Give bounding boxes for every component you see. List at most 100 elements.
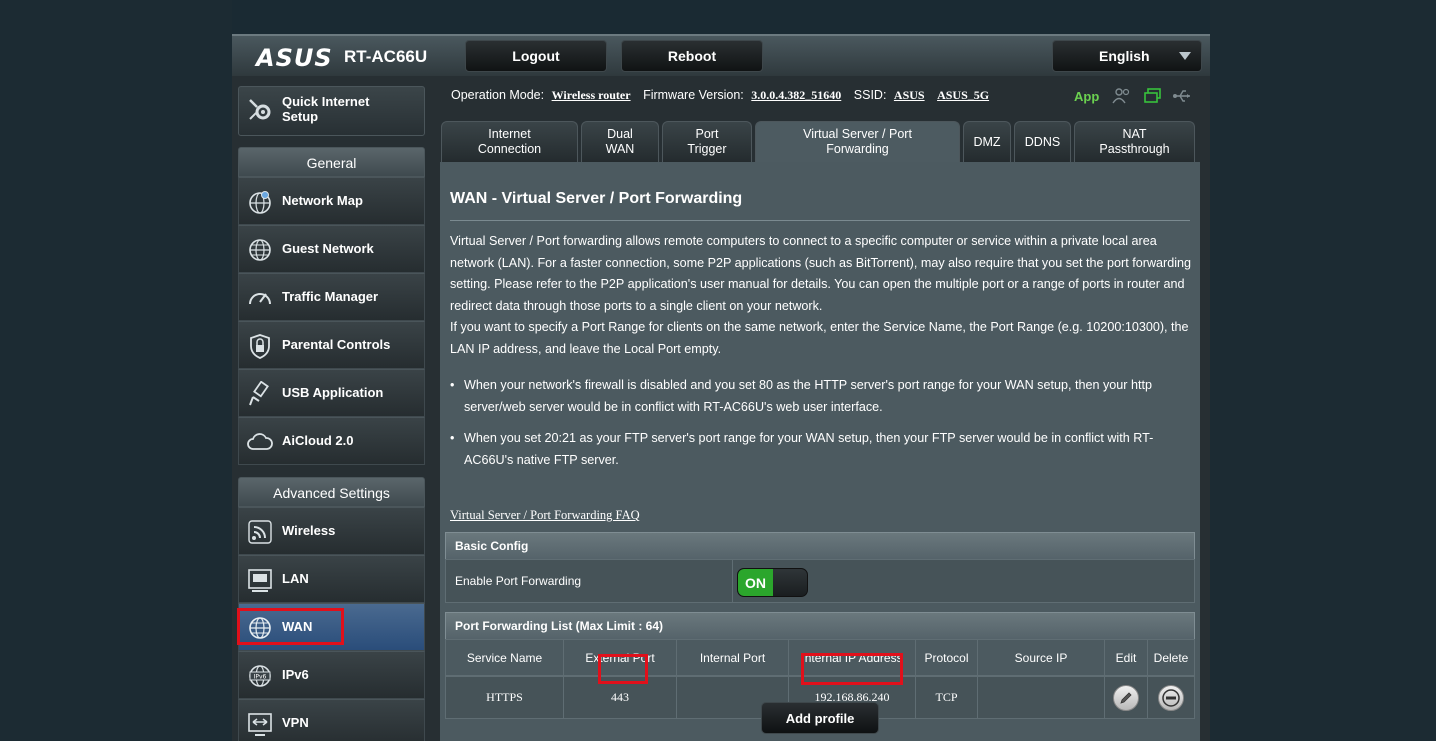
reboot-button[interactable]: Reboot — [621, 40, 763, 72]
sidebar-item-aicloud[interactable]: AiCloud 2.0 — [238, 417, 425, 465]
tab-dmz[interactable]: DMZ — [963, 121, 1011, 162]
faq-link[interactable]: Virtual Server / Port Forwarding FAQ — [450, 508, 640, 523]
chevron-down-icon — [1179, 52, 1191, 60]
brand-logo: ASUS — [256, 44, 333, 72]
toggle-on-label: ON — [738, 569, 773, 596]
sidebar-item-label: Parental Controls — [282, 337, 391, 352]
sidebar-item-usb-application[interactable]: USB Application — [238, 369, 425, 417]
service-name-cell: HTTPS — [446, 677, 564, 718]
tab-ddns[interactable]: DDNS — [1014, 121, 1071, 162]
sidebar-item-guest-network[interactable]: Guest Network — [238, 225, 425, 273]
tab-virtual-server-port-forwarding[interactable]: Virtual Server / Port Forwarding — [755, 121, 960, 162]
svg-text:IPv6: IPv6 — [254, 674, 267, 681]
sidebar-item-wireless[interactable]: Wireless — [238, 507, 425, 555]
top-header: ASUS RT-AC66U Logout Reboot English — [232, 34, 1210, 76]
ssid-link-1[interactable]: ASUS — [894, 88, 925, 102]
network-status-icon[interactable] — [1143, 87, 1163, 105]
port-forwarding-list-header: Port Forwarding List (Max Limit : 64) — [445, 612, 1195, 640]
tab-line2: Trigger — [687, 142, 727, 156]
ipv6-icon: IPv6 — [249, 665, 271, 687]
sidebar-item-label: Network Map — [282, 193, 363, 208]
title-divider — [450, 220, 1190, 221]
tab-line1: Virtual Server / Port — [803, 127, 912, 141]
sidebar-item-traffic-manager[interactable]: Traffic Manager — [238, 273, 425, 321]
page-title: WAN - Virtual Server / Port Forwarding — [450, 190, 743, 207]
sidebar-item-label: VPN — [282, 715, 309, 730]
add-profile-button[interactable]: Add profile — [761, 702, 879, 734]
general-section-title: General — [238, 147, 425, 177]
tab-dual-wan[interactable]: Dual WAN — [581, 121, 659, 162]
page-background-right — [1210, 0, 1436, 741]
tab-line1: DMZ — [973, 134, 1001, 149]
usb-status-icon[interactable] — [1172, 87, 1192, 105]
sidebar-item-label: Wireless — [282, 523, 336, 538]
edit-button[interactable] — [1113, 684, 1139, 711]
note-bullet-1: When your network's firewall is disabled… — [450, 375, 1194, 418]
column-header: Protocol — [916, 640, 978, 675]
note-bullet-2: When you set 20:21 as your FTP server's … — [450, 428, 1194, 471]
tab-line2: WAN — [605, 142, 635, 156]
description: Virtual Server / Port forwarding allows … — [450, 231, 1195, 361]
column-header: Internal Port — [677, 640, 789, 675]
enable-port-forwarding-toggle[interactable]: ON — [737, 568, 808, 597]
sidebar-item-ipv6[interactable]: IPv6 IPv6 — [238, 651, 425, 699]
language-value: English — [1099, 48, 1150, 64]
tab-internet-connection[interactable]: Internet Connection — [441, 121, 578, 162]
advanced-settings-section-title: Advanced Settings — [238, 477, 425, 507]
tab-line1: DDNS — [1024, 134, 1061, 149]
minus-circle-icon — [1162, 688, 1180, 707]
quick-internet-setup-button[interactable]: Quick Internet Setup — [238, 86, 425, 136]
usb-icon — [249, 381, 269, 406]
clients-icon[interactable] — [1112, 87, 1132, 105]
operation-mode-link[interactable]: Wireless router — [552, 88, 631, 102]
delete-cell — [1148, 677, 1194, 718]
model-name: RT-AC66U — [344, 47, 428, 66]
sidebar-item-lan[interactable]: LAN — [238, 555, 425, 603]
enable-port-forwarding-row: Enable Port Forwarding ON — [445, 559, 1195, 603]
delete-button[interactable] — [1158, 684, 1184, 711]
router-admin-frame: ASUS RT-AC66U Logout Reboot English Quic… — [232, 34, 1210, 741]
column-header: Delete — [1153, 650, 1189, 665]
highlight-internal-ip — [801, 653, 903, 685]
sidebar-item-label: Traffic Manager — [282, 289, 379, 304]
tab-port-trigger[interactable]: Port Trigger — [662, 121, 752, 162]
protocol-cell: TCP — [916, 677, 978, 718]
description-paragraph-1: Virtual Server / Port forwarding allows … — [450, 234, 1192, 313]
tab-line2: Passthrough — [1099, 142, 1170, 156]
app-link[interactable]: App — [1074, 89, 1099, 104]
status-bar: Operation Mode: Wireless router Firmware… — [451, 88, 998, 103]
column-header: Source IP — [978, 640, 1105, 675]
lock-shield-icon — [250, 334, 270, 359]
language-select[interactable]: English — [1052, 40, 1202, 72]
ssid-label: SSID: — [853, 88, 887, 102]
sidebar-item-vpn[interactable]: VPN — [238, 699, 425, 741]
ssid-link-2[interactable]: ASUS_5G — [937, 88, 989, 102]
logout-button[interactable]: Logout — [465, 40, 607, 72]
source-ip-cell — [978, 677, 1105, 718]
sidebar-item-label: AiCloud 2.0 — [282, 433, 354, 448]
vpn-icon — [248, 713, 272, 736]
enable-port-forwarding-label: Enable Port Forwarding — [446, 560, 733, 602]
wireless-icon — [248, 520, 272, 544]
pencil-icon — [1120, 691, 1132, 704]
sidebar-item-label: LAN — [282, 571, 309, 586]
basic-config-header: Basic Config — [445, 532, 1195, 560]
sidebar-item-parental-controls[interactable]: Parental Controls — [238, 321, 425, 369]
globe-icon — [249, 239, 271, 261]
sidebar-item-label: IPv6 — [282, 667, 309, 682]
wand-gear-icon — [249, 99, 271, 120]
operation-mode-label: Operation Mode: — [451, 88, 545, 102]
edit-cell — [1105, 677, 1148, 718]
firmware-label: Firmware Version: — [643, 88, 744, 102]
gauge-icon — [249, 293, 271, 305]
firmware-link[interactable]: 3.0.0.4.382_51640 — [751, 88, 841, 102]
sidebar-item-label: Guest Network — [282, 241, 374, 256]
tab-line2: Connection — [477, 142, 542, 156]
cloud-icon — [247, 433, 273, 450]
tab-nat-passthrough[interactable]: NAT Passthrough — [1074, 121, 1195, 162]
lan-icon — [248, 569, 272, 592]
network-map-icon — [249, 191, 271, 214]
highlight-external-port — [598, 654, 648, 684]
sidebar-item-network-map[interactable]: Network Map — [238, 177, 425, 225]
tab-line1: Internet — [488, 127, 531, 141]
